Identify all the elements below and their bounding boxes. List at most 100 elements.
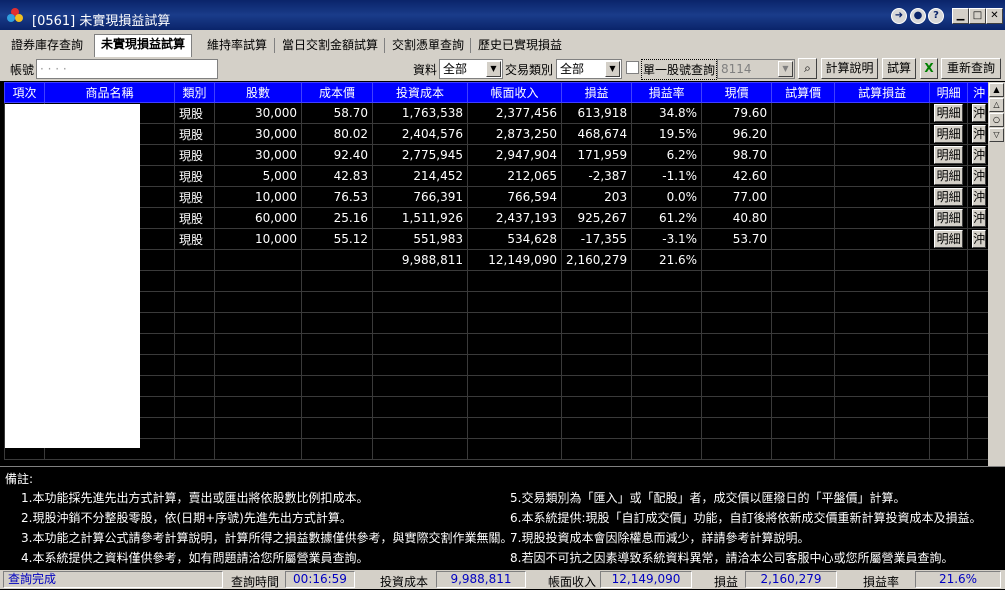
offset-button[interactable]: 沖 (972, 209, 987, 227)
col-header[interactable]: 試算價 (771, 82, 836, 103)
scroll-thumb-icon[interactable]: ○ (989, 113, 1004, 127)
col-header[interactable]: 損益率 (631, 82, 703, 103)
trial-price-cell[interactable] (771, 228, 836, 250)
pnl-rate-cell: 19.5% (631, 123, 703, 145)
current-price-cell: 42.60 (701, 165, 773, 187)
chevron-down-icon[interactable]: ▼ (778, 61, 793, 77)
chevron-down-icon[interactable]: ▼ (486, 61, 501, 77)
table-row[interactable]: 現股 30,000 92.40 2,775,945 2,947,904 171,959 6.… (4, 144, 992, 166)
empty-cell (701, 333, 773, 355)
col-header[interactable]: 現價 (701, 82, 773, 103)
offset-button[interactable]: 沖 (972, 146, 987, 164)
offset-button[interactable]: 沖 (972, 230, 987, 248)
trial-price-cell[interactable] (771, 102, 836, 124)
trial-price-cell[interactable] (771, 144, 836, 166)
col-header[interactable]: 明細 (929, 82, 969, 103)
detail-button[interactable]: 明細 (934, 146, 964, 164)
detail-button[interactable]: 明細 (934, 104, 964, 122)
col-header[interactable]: 成本價 (301, 82, 373, 103)
single-stock-label[interactable]: 單一股號查詢 (641, 59, 718, 80)
empty-cell (631, 438, 703, 460)
empty-cell (467, 333, 562, 355)
empty-cell (771, 312, 836, 334)
calc-description-button[interactable]: 計算說明 (821, 58, 878, 79)
table-row[interactable]: 現股 30,000 80.02 2,404,576 2,873,250 468,674 19… (4, 123, 992, 145)
book-income-cell: 2,437,193 (467, 207, 562, 229)
detail-button[interactable]: 明細 (934, 209, 964, 227)
trial-price-cell[interactable] (771, 123, 836, 145)
scroll-up-icon[interactable]: △ (989, 98, 1004, 112)
redacted-product-names (5, 104, 140, 448)
table-row[interactable]: 現股 10,000 76.53 766,391 766,594 203 0.0% 77.00 明… (4, 186, 992, 208)
tab-inventory[interactable]: 證券庫存查詢 (5, 36, 89, 57)
trial-price-cell[interactable] (771, 207, 836, 229)
offset-button[interactable]: 沖 (972, 167, 987, 185)
empty-cell (467, 354, 562, 376)
empty-cell (560, 417, 633, 439)
col-header[interactable]: 損益 (560, 82, 633, 103)
excel-export-icon[interactable]: X (920, 58, 938, 79)
col-header[interactable]: 項次 (4, 82, 45, 103)
type-cell: 現股 (174, 165, 215, 187)
data-select[interactable]: 全部 ▼ (439, 59, 503, 79)
empty-cell (771, 333, 836, 355)
table-row[interactable]: 現股 5,000 42.83 214,452 212,065 -2,387 -1.1% 42.… (4, 165, 992, 187)
detail-button[interactable]: 明細 (934, 230, 964, 248)
trade-type-select[interactable]: 全部 ▼ (556, 59, 622, 79)
offset-button[interactable]: 沖 (972, 188, 987, 206)
cost-price-cell: 42.83 (301, 165, 373, 187)
col-header[interactable]: 投資成本 (372, 82, 468, 103)
minimize-button[interactable]: ▁ (952, 8, 969, 24)
empty-row (4, 312, 992, 334)
single-stock-checkbox[interactable] (626, 61, 639, 74)
table-row[interactable]: 現股 30,000 58.70 1,763,538 2,377,456 613,918 34… (4, 102, 992, 124)
table-row[interactable]: 現股 10,000 55.12 551,983 534,628 -17,355 -3.1% 5… (4, 228, 992, 250)
trial-price-cell[interactable] (771, 186, 836, 208)
col-header[interactable]: 試算損益 (834, 82, 931, 103)
detail-button[interactable]: 明細 (934, 125, 964, 143)
help-icon[interactable]: ? (928, 8, 944, 24)
note-item: 8.若因不可抗之因素導致系統資料異常，請洽本公司客服中心或您所屬營業員查詢。 (510, 551, 954, 565)
vertical-scrollbar[interactable]: ▲ △ ○ ▽ (988, 82, 1005, 466)
shares-cell: 30,000 (214, 144, 302, 166)
detail-button[interactable]: 明細 (934, 188, 964, 206)
empty-cell (631, 396, 703, 418)
tab-bar: 證券庫存查詢 未實現損益試算 維持率試算 當日交割金額試算 交割憑單查詢 歷史已… (0, 30, 1005, 57)
empty-cell (929, 291, 969, 313)
detail-button[interactable]: 明細 (934, 167, 964, 185)
col-header[interactable]: 商品名稱 (44, 82, 175, 103)
shares-cell: 60,000 (214, 207, 302, 229)
tab-realized-history[interactable]: 歷史已實現損益 (472, 36, 568, 57)
empty-cell (771, 291, 836, 313)
tab-unrealized-pnl[interactable]: 未實現損益試算 (94, 34, 193, 57)
trial-calc-button[interactable]: 試算 (882, 58, 916, 79)
empty-cell (467, 438, 562, 460)
detail-cell: 明細 (929, 228, 969, 250)
chevron-down-icon[interactable]: ▼ (605, 61, 620, 77)
pnl-rate-cell: 6.2% (631, 144, 703, 166)
offset-button[interactable]: 沖 (972, 104, 987, 122)
search-icon[interactable]: ⌕ (798, 58, 817, 79)
refresh-query-button[interactable]: 重新查詢 (941, 58, 1001, 79)
trial-price-cell[interactable] (771, 165, 836, 187)
notes-title: 備註: (5, 472, 34, 486)
note-item: 5.交易類別為「匯入」或「配股」者，成交價以匯撥日的「平盤價」計算。 (510, 491, 906, 505)
offset-button[interactable]: 沖 (972, 125, 987, 143)
table-row[interactable]: 現股 60,000 25.16 1,511,926 2,437,193 925,267 61… (4, 207, 992, 229)
cost-price-cell: 55.12 (301, 228, 373, 250)
scroll-down-icon[interactable]: ▽ (989, 128, 1004, 142)
globe-icon[interactable]: ● (910, 8, 926, 24)
stock-code-input[interactable]: 8114 ▼ (717, 59, 795, 79)
tab-maintenance-ratio[interactable]: 維持率試算 (201, 36, 273, 57)
scroll-top-icon[interactable]: ▲ (989, 83, 1004, 97)
maximize-button[interactable]: □ (969, 8, 986, 24)
close-button[interactable]: ✕ (986, 8, 1003, 24)
col-header[interactable]: 類別 (174, 82, 215, 103)
col-header[interactable]: 帳面收入 (467, 82, 562, 103)
empty-cell (834, 375, 931, 397)
tab-settlement-voucher[interactable]: 交割憑單查詢 (386, 36, 470, 57)
forward-icon[interactable]: ➜ (891, 8, 907, 24)
tab-settlement-amount[interactable]: 當日交割金額試算 (276, 36, 384, 57)
account-input[interactable]: · · · · (36, 59, 218, 79)
col-header[interactable]: 股數 (214, 82, 302, 103)
